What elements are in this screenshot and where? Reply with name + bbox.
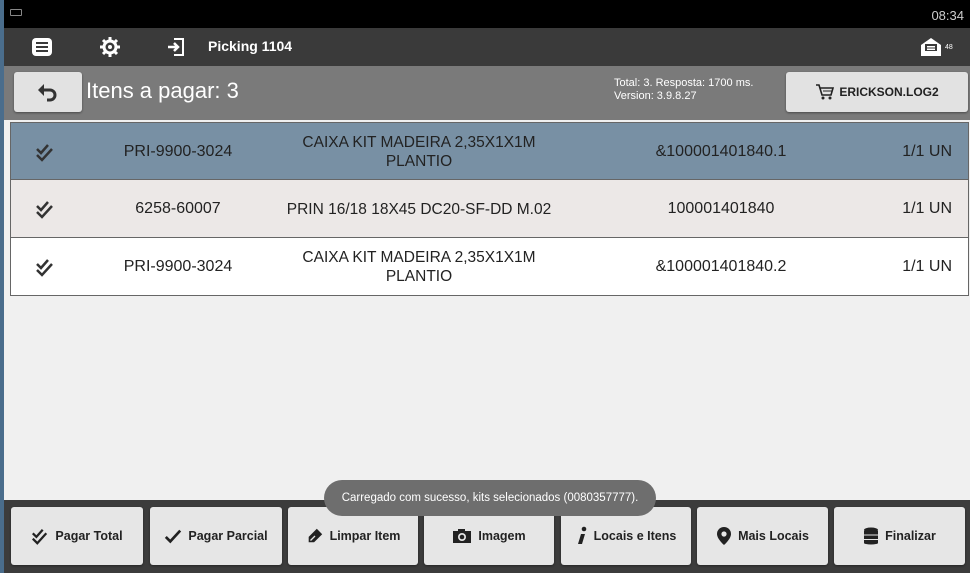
login-button[interactable] (146, 28, 206, 66)
item-description: CAIXA KIT MADEIRA 2,35X1X1M PLANTIO (302, 134, 536, 170)
menu-button[interactable] (12, 28, 72, 66)
item-barcode: 100001401840 (667, 200, 775, 217)
pagar-total-label: Pagar Total (55, 529, 123, 543)
item-quantity: 1/1 UN (902, 143, 952, 160)
toast-message: Carregado com sucesso, kits selecionados… (324, 480, 656, 516)
keyboard-icon (10, 9, 22, 16)
message-icon (921, 38, 941, 56)
clock: 08:34 (931, 8, 964, 23)
user-name: ERICKSON.LOG2 (839, 85, 939, 99)
header-bar: Itens a pagar: 3 Total: 3. Resposta: 170… (4, 66, 970, 120)
items-list: PRI-9900-3024 CAIXA KIT MADEIRA 2,35X1X1… (10, 122, 969, 296)
mais-locais-button[interactable]: Mais Locais (697, 507, 828, 565)
settings-button[interactable] (80, 28, 140, 66)
double-check-icon (36, 201, 53, 219)
message-count: 48 (945, 43, 953, 51)
item-barcode: &100001401840.1 (655, 143, 787, 160)
total-response: Total: 3. Resposta: 1700 ms. (614, 77, 754, 89)
check-icon (165, 529, 182, 544)
mais-locais-label: Mais Locais (738, 529, 809, 543)
double-check-icon (36, 259, 53, 277)
item-barcode: &100001401840.2 (655, 258, 787, 275)
undo-icon (38, 84, 57, 102)
login-icon (168, 38, 184, 56)
version: Version: 3.9.8.27 (614, 90, 697, 102)
pagar-total-button[interactable]: Pagar Total (11, 507, 143, 565)
eraser-icon (308, 528, 322, 543)
cart-icon (816, 84, 835, 100)
pagar-parcial-label: Pagar Parcial (188, 529, 268, 543)
double-check-icon (36, 144, 53, 162)
back-button[interactable] (14, 72, 82, 112)
response-info: Total: 3. Resposta: 1700 ms. Version: 3.… (614, 77, 753, 103)
item-code: 6258-60007 (135, 200, 221, 217)
limpar-item-label: Limpar Item (329, 529, 401, 543)
double-check-icon (32, 528, 48, 545)
locais-itens-label: Locais e Itens (593, 529, 677, 543)
messages-button[interactable]: 48 (920, 33, 960, 61)
finalizar-button[interactable]: Finalizar (834, 507, 965, 565)
item-quantity: 1/1 UN (902, 258, 952, 275)
page-title: Picking 1104 (208, 38, 293, 54)
user-cart-button[interactable]: ERICKSON.LOG2 (786, 72, 968, 112)
items-to-pay-title: Itens a pagar: 3 (86, 78, 239, 103)
map-marker-icon (717, 527, 732, 545)
imagem-label: Imagem (478, 529, 526, 543)
item-description: PRIN 16/18 18X45 DC20-SF-DD M.02 (286, 200, 552, 218)
list-item[interactable]: 6258-60007 PRIN 16/18 18X45 DC20-SF-DD M… (10, 180, 969, 238)
camera-icon (453, 529, 472, 543)
app-bar: Picking 1104 48 (4, 28, 970, 66)
app-window: 08:34 Picking 1104 48 Itens a pagar: 3 T… (4, 0, 970, 573)
menu-icon (32, 38, 52, 56)
list-item[interactable]: PRI-9900-3024 CAIXA KIT MADEIRA 2,35X1X1… (10, 122, 969, 180)
list-item[interactable]: PRI-9900-3024 CAIXA KIT MADEIRA 2,35X1X1… (10, 238, 969, 296)
gear-icon (100, 37, 120, 57)
item-code: PRI-9900-3024 (123, 143, 233, 160)
database-icon (864, 527, 879, 545)
info-icon (577, 526, 586, 544)
pagar-parcial-button[interactable]: Pagar Parcial (150, 507, 282, 565)
status-bar: 08:34 (4, 0, 970, 28)
item-quantity: 1/1 UN (902, 200, 952, 217)
item-description: CAIXA KIT MADEIRA 2,35X1X1M PLANTIO (302, 249, 536, 285)
finalizar-label: Finalizar (885, 529, 936, 543)
item-code: PRI-9900-3024 (123, 258, 233, 275)
